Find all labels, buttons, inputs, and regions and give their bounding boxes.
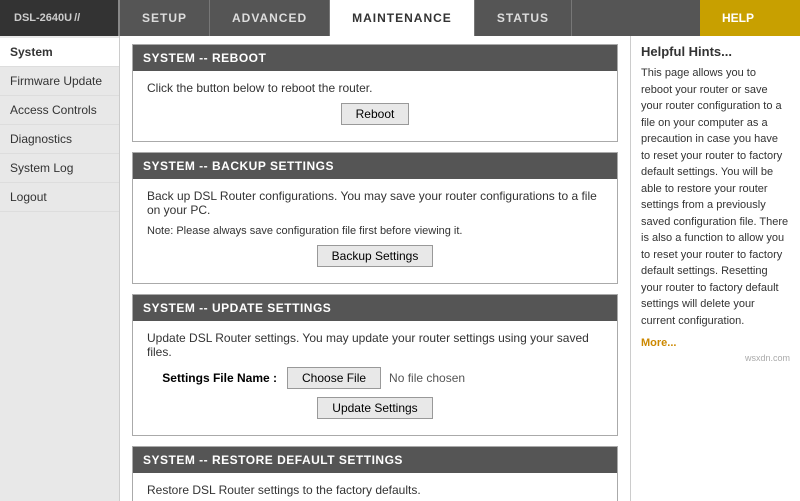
file-chosen-text: No file chosen <box>389 371 465 385</box>
settings-file-label: Settings File Name : <box>147 371 277 385</box>
sidebar-item-logout[interactable]: Logout <box>0 183 119 212</box>
reboot-description: Click the button below to reboot the rou… <box>147 81 603 95</box>
sidebar-item-system-log[interactable]: System Log <box>0 154 119 183</box>
tab-maintenance[interactable]: MAINTENANCE <box>330 0 475 36</box>
backup-description: Back up DSL Router configurations. You m… <box>147 189 603 217</box>
backup-section: SYSTEM -- BACKUP SETTINGS Back up DSL Ro… <box>132 152 618 284</box>
help-text: This page allows you to reboot your rout… <box>641 65 790 329</box>
update-body: Update DSL Router settings. You may upda… <box>133 321 617 435</box>
logo-slash: // <box>74 12 80 24</box>
restore-description: Restore DSL Router settings to the facto… <box>147 483 603 497</box>
watermark: wsxdn.com <box>641 353 790 363</box>
restore-section: SYSTEM -- RESTORE DEFAULT SETTINGS Resto… <box>132 446 618 501</box>
update-description: Update DSL Router settings. You may upda… <box>147 331 603 359</box>
logo-model: DSL-2640U <box>14 12 72 24</box>
tab-advanced[interactable]: ADVANCED <box>210 0 330 36</box>
backup-body: Back up DSL Router configurations. You m… <box>133 179 617 283</box>
help-title: Helpful Hints... <box>641 44 790 59</box>
sidebar-item-firmware-update[interactable]: Firmware Update <box>0 67 119 96</box>
logo: DSL-2640U// <box>0 0 120 36</box>
update-settings-button[interactable]: Update Settings <box>317 397 432 419</box>
help-panel: Helpful Hints... This page allows you to… <box>630 36 800 501</box>
restore-header: SYSTEM -- RESTORE DEFAULT SETTINGS <box>133 447 617 473</box>
update-section: SYSTEM -- UPDATE SETTINGS Update DSL Rou… <box>132 294 618 436</box>
sidebar-item-diagnostics[interactable]: Diagnostics <box>0 125 119 154</box>
sidebar-item-system[interactable]: System <box>0 38 119 67</box>
sidebar: System Firmware Update Access Controls D… <box>0 36 120 501</box>
restore-body: Restore DSL Router settings to the facto… <box>133 473 617 501</box>
tab-status[interactable]: STATUS <box>475 0 572 36</box>
reboot-body: Click the button below to reboot the rou… <box>133 71 617 141</box>
reboot-section: SYSTEM -- REBOOT Click the button below … <box>132 44 618 142</box>
update-header: SYSTEM -- UPDATE SETTINGS <box>133 295 617 321</box>
reboot-button[interactable]: Reboot <box>341 103 410 125</box>
backup-header: SYSTEM -- BACKUP SETTINGS <box>133 153 617 179</box>
backup-note: Note: Please always save configuration f… <box>147 225 603 237</box>
tab-help[interactable]: HELP <box>700 0 800 36</box>
backup-settings-button[interactable]: Backup Settings <box>317 245 434 267</box>
content-area: SYSTEM -- REBOOT Click the button below … <box>120 36 630 501</box>
reboot-header: SYSTEM -- REBOOT <box>133 45 617 71</box>
help-more-link[interactable]: More... <box>641 337 790 349</box>
sidebar-item-access-controls[interactable]: Access Controls <box>0 96 119 125</box>
choose-file-button[interactable]: Choose File <box>287 367 381 389</box>
tab-setup[interactable]: SETUP <box>120 0 210 36</box>
